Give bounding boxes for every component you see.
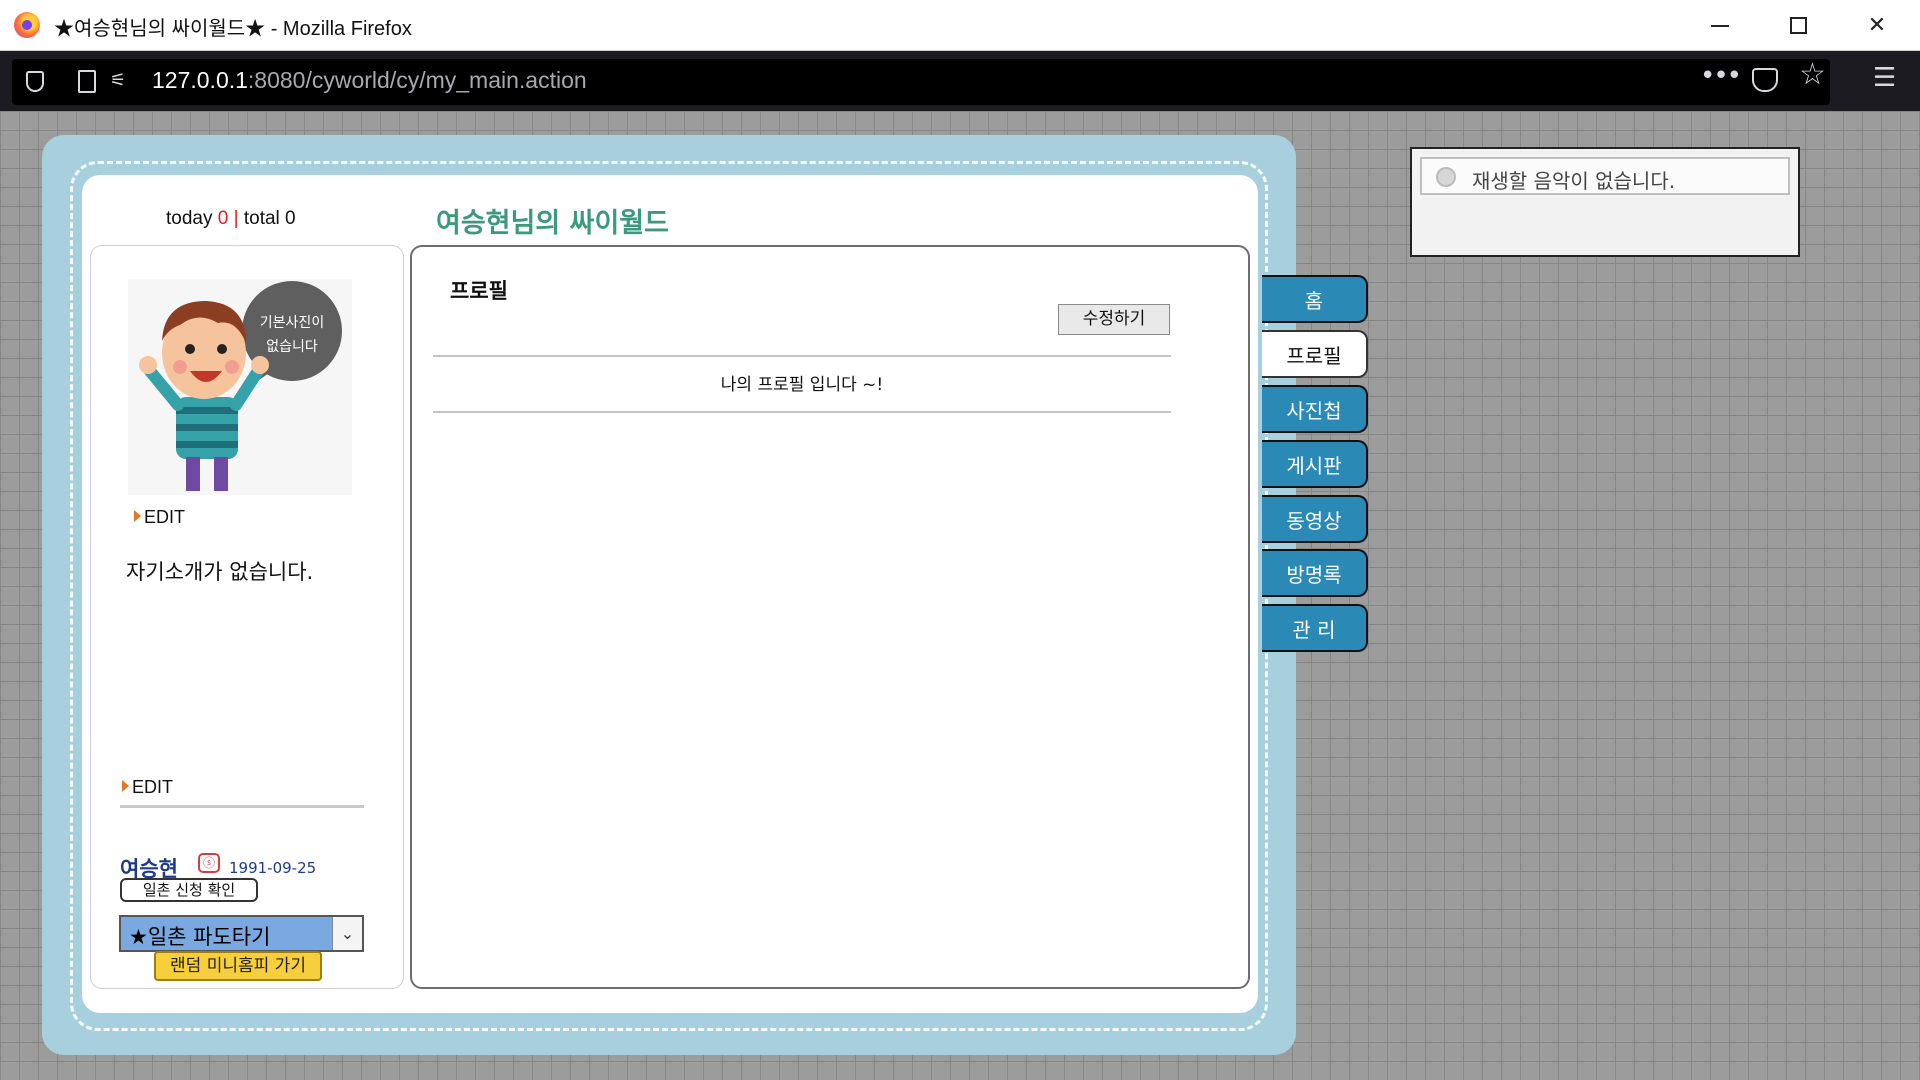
- shirt-stripe: [176, 407, 238, 414]
- page-info-icon[interactable]: [78, 70, 96, 93]
- gender-icon: ⓢ: [198, 853, 220, 873]
- bubble-text-2: 없습니다: [266, 339, 318, 355]
- window-titlebar: ★여승현님의 싸이월드★ - Mozilla Firefox ✕: [0, 0, 1920, 51]
- edit-intro-label: EDIT: [132, 777, 174, 797]
- profile-text: 나의 프로필 입니다 ~!: [720, 375, 884, 395]
- triangle-bullet-icon: [122, 780, 129, 792]
- left-divider: [120, 805, 364, 808]
- ilchon-request-button[interactable]: 일촌 신청 확인: [120, 878, 258, 902]
- tab-home[interactable]: 홈: [1262, 275, 1368, 323]
- tab-videos[interactable]: 동영상: [1262, 495, 1368, 543]
- avatar-leg: [186, 457, 200, 491]
- tab-board[interactable]: 게시판: [1262, 440, 1368, 488]
- tracking-shield-icon[interactable]: [26, 71, 44, 92]
- edit-profile-button[interactable]: 수정하기: [1058, 304, 1170, 335]
- shirt-stripe: [176, 441, 238, 448]
- wave-select-value: ★일촌 파도타기: [129, 925, 271, 949]
- shirt-stripe: [176, 424, 238, 431]
- music-status-text: 재생할 음악이 없습니다.: [1472, 169, 1676, 193]
- main-divider-bottom: [433, 411, 1171, 413]
- edit-photo-label: EDIT: [144, 507, 186, 527]
- close-button[interactable]: ✕: [1838, 0, 1916, 51]
- page-content: today 0 | total 0 여승현님의 싸이월드 기본사진이 없습니다 …: [0, 111, 1920, 1080]
- browser-toolbar: ⚟ 127.0.0.1:8080/cyworld/cy/my_main.acti…: [0, 51, 1920, 111]
- url-path: :8080/cyworld/cy/my_main.action: [247, 67, 587, 93]
- firefox-logo-icon: [14, 12, 40, 38]
- intro-text: 자기소개가 없습니다.: [126, 560, 314, 584]
- maximize-icon: [1789, 17, 1807, 34]
- avatar-hand: [139, 356, 157, 374]
- ilchon-wave-select[interactable]: ★일촌 파도타기 ⌄: [119, 915, 364, 952]
- minimize-button[interactable]: [1681, 0, 1759, 51]
- bubble-text-1: 기본사진이: [260, 315, 324, 331]
- total-label: total: [243, 208, 280, 229]
- edit-intro-link[interactable]: EDIT: [122, 777, 173, 798]
- avatar-eye: [185, 344, 195, 354]
- avatar-leg: [214, 457, 228, 491]
- tab-admin[interactable]: 관 리: [1262, 604, 1368, 652]
- music-player: 재생할 음악이 없습니다.: [1410, 147, 1800, 257]
- today-count: 0: [217, 208, 229, 229]
- tab-profile[interactable]: 프로필: [1262, 330, 1368, 378]
- avatar-eye: [217, 344, 227, 354]
- hamburger-menu-icon[interactable]: ☰: [1873, 65, 1896, 91]
- music-disc-icon: [1436, 167, 1456, 187]
- music-status-bar[interactable]: 재생할 음악이 없습니다.: [1420, 157, 1790, 195]
- visit-counter: today 0 | total 0: [166, 208, 296, 230]
- avatar-cheek: [225, 360, 239, 374]
- maximize-button[interactable]: [1759, 0, 1837, 51]
- close-icon: ✕: [1867, 13, 1887, 38]
- window-title: ★여승현님의 싸이월드★ - Mozilla Firefox: [54, 18, 412, 40]
- page-actions-icon[interactable]: •••: [1700, 63, 1742, 89]
- site-title[interactable]: 여승현님의 싸이월드: [436, 201, 669, 240]
- total-count: 0: [285, 208, 296, 229]
- counter-separator: |: [233, 208, 239, 229]
- birthdate: 1991-09-25: [229, 859, 317, 877]
- triangle-bullet-icon: [134, 510, 141, 522]
- avatar-cheek: [173, 360, 187, 374]
- url-host: 127.0.0.1: [152, 67, 248, 93]
- main-heading: 프로필: [450, 279, 508, 303]
- pocket-icon[interactable]: [1752, 68, 1778, 92]
- url-text[interactable]: 127.0.0.1:8080/cyworld/cy/my_main.action: [152, 67, 587, 94]
- bookmark-star-icon[interactable]: ☆: [1799, 60, 1826, 90]
- random-hompy-button[interactable]: 랜덤 미니홈피 가기: [154, 951, 322, 981]
- permissions-icon[interactable]: ⚟: [110, 70, 126, 92]
- tab-guestbook[interactable]: 방명록: [1262, 549, 1368, 597]
- avatar-hand: [251, 356, 269, 374]
- today-label: today: [166, 208, 213, 229]
- default-avatar-image: 기본사진이 없습니다: [128, 279, 352, 495]
- minimize-icon: [1711, 24, 1729, 27]
- tab-photos[interactable]: 사진첩: [1262, 385, 1368, 433]
- chevron-down-icon[interactable]: ⌄: [332, 917, 362, 950]
- main-divider-top: [433, 355, 1171, 357]
- edit-photo-link[interactable]: EDIT: [134, 507, 185, 528]
